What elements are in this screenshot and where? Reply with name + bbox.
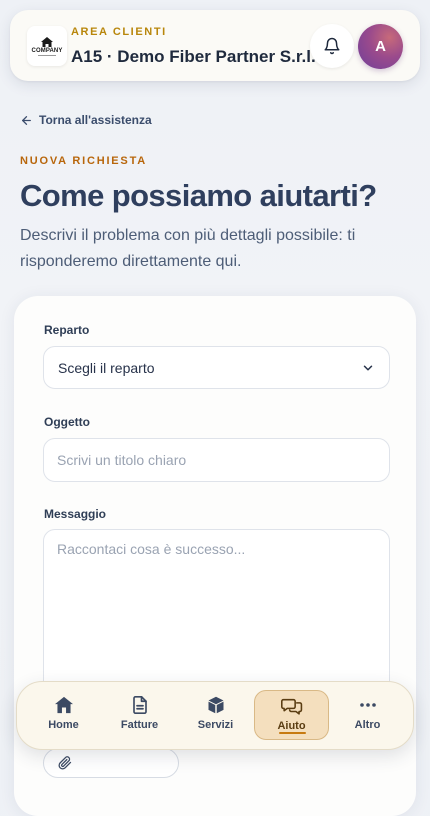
nav-item-aiuto[interactable]: Aiuto (254, 690, 329, 740)
back-to-support-link[interactable]: Torna all'assistenza (20, 113, 152, 127)
app-header: COMPANY AREA CLIENTI A15 · Demo Fiber Pa… (10, 10, 420, 81)
nav-label-altro: Altro (354, 719, 381, 731)
page-title: Come possiamo aiutarti? (20, 178, 377, 213)
logo-underline (38, 54, 56, 56)
active-indicator (279, 732, 306, 734)
page-eyebrow: NUOVA RICHIESTA (20, 155, 148, 167)
chevron-down-icon (363, 365, 373, 371)
message-label: Messaggio (44, 507, 107, 521)
department-select[interactable]: Scegli il reparto (43, 346, 390, 389)
home-icon (54, 696, 73, 714)
nav-item-fatture[interactable]: Fatture (102, 690, 177, 740)
nav-label-home: Home (48, 719, 79, 731)
nav-label-fatture: Fatture (120, 719, 159, 731)
notifications-button[interactable] (310, 24, 354, 68)
logo-text: COMPANY (31, 47, 63, 54)
bottom-navigation: Home Fatture Servizi Aiuto Altro (16, 681, 414, 750)
page-description: Descrivi il problema con più dettagli po… (20, 227, 356, 270)
department-label: Reparto (44, 323, 90, 337)
subject-label: Oggetto (44, 415, 90, 429)
chat-icon (280, 698, 302, 715)
company-logo[interactable]: COMPANY (27, 26, 67, 66)
box-icon (208, 696, 223, 714)
bell-icon (324, 37, 340, 55)
back-link-label: Torna all'assistenza (39, 113, 152, 127)
attach-file-button[interactable] (43, 748, 179, 778)
area-label: AREA CLIENTI (71, 26, 167, 38)
arrow-left-icon (22, 115, 31, 125)
nav-item-servizi[interactable]: Servizi (178, 690, 253, 740)
user-avatar[interactable]: A (358, 24, 403, 69)
paperclip-icon (58, 756, 72, 770)
nav-label-servizi: Servizi (197, 719, 234, 731)
department-selected-value: Scegli il reparto (58, 359, 155, 376)
company-logo-icon (41, 36, 53, 47)
nav-item-home[interactable]: Home (26, 690, 101, 740)
nav-label-aiuto: Aiuto (277, 720, 306, 732)
subject-input[interactable] (43, 438, 390, 482)
more-dots-icon (359, 703, 376, 707)
company-name: A15 · Demo Fiber Partner S.r.l. (71, 47, 316, 66)
document-icon (132, 696, 147, 714)
nav-item-altro[interactable]: Altro (330, 690, 405, 740)
